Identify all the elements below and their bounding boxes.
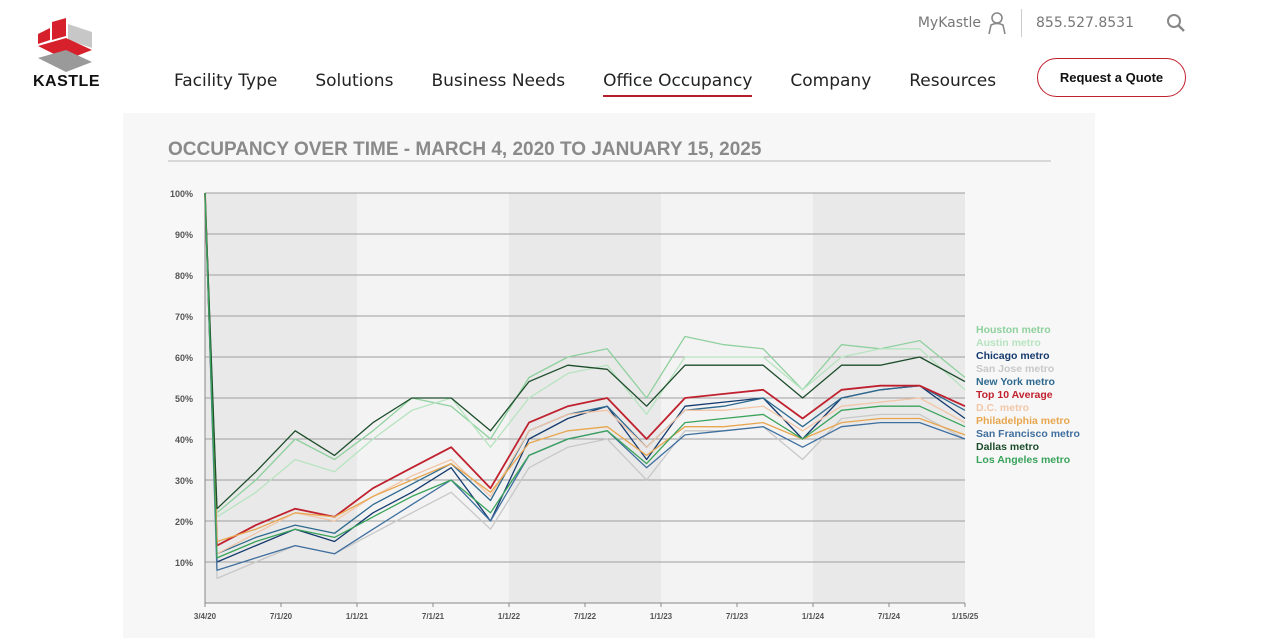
x-tick-label: 1/1/23: [650, 612, 673, 621]
x-tick-label: 1/1/21: [346, 612, 369, 621]
chart-title: OCCUPANCY OVER TIME - MARCH 4, 2020 TO J…: [168, 139, 762, 160]
logo-tower-left: [38, 28, 50, 44]
y-tick-label: 90%: [175, 230, 193, 240]
nav-solutions[interactable]: Solutions: [315, 71, 393, 97]
y-tick-label: 10%: [175, 558, 193, 568]
logo-tower-mid: [52, 18, 66, 40]
phone-link[interactable]: 855.527.8531: [1036, 15, 1134, 31]
legend-entry: D.C. metro: [976, 402, 1029, 414]
y-tick-label: 60%: [175, 353, 193, 363]
y-tick-label: 80%: [175, 271, 193, 281]
request-quote-button[interactable]: Request a Quote: [1037, 58, 1186, 97]
x-tick-label: 3/4/20: [194, 612, 217, 621]
legend-entry: Chicago metro: [976, 350, 1050, 362]
legend-entry: New York metro: [976, 376, 1055, 388]
mykastle-link[interactable]: MyKastle: [918, 11, 1007, 35]
utility-bar: MyKastle 855.527.8531: [918, 9, 1186, 37]
mykastle-label: MyKastle: [917, 15, 982, 31]
nav-business-needs[interactable]: Business Needs: [431, 71, 565, 97]
legend-entry: San Jose metro: [976, 363, 1054, 375]
y-tick-label: 40%: [175, 435, 193, 445]
search-icon[interactable]: [1166, 13, 1186, 33]
nav-company[interactable]: Company: [790, 71, 871, 97]
utility-divider: [1021, 9, 1023, 37]
user-icon: [988, 12, 1006, 35]
y-tick-label: 20%: [175, 517, 193, 527]
x-tick-label: 1/1/24: [802, 612, 825, 621]
x-tick-label: 7/1/23: [726, 612, 749, 621]
x-tick-label: 1/1/22: [498, 612, 521, 621]
logo-band-2: [38, 50, 92, 72]
nav-resources[interactable]: Resources: [909, 71, 996, 97]
x-tick-label: 7/1/24: [878, 612, 901, 621]
main-nav: Facility Type Solutions Business Needs O…: [174, 71, 1034, 97]
y-tick-label: 70%: [175, 312, 193, 322]
y-tick-label: 30%: [175, 476, 193, 486]
x-tick-label: 1/15/25: [952, 612, 979, 621]
legend-entry: Houston metro: [976, 324, 1051, 336]
nav-facility-type[interactable]: Facility Type: [174, 71, 277, 97]
legend-entry: Top 10 Average: [976, 389, 1053, 401]
legend-entry: Austin metro: [976, 337, 1041, 349]
legend-entry: Philadelphia metro: [976, 415, 1070, 427]
y-tick-label: 100%: [170, 189, 193, 199]
legend-entry: San Francisco metro: [976, 428, 1080, 440]
x-tick-label: 7/1/21: [422, 612, 445, 621]
brand-name: KASTLE: [33, 73, 100, 90]
y-tick-label: 50%: [175, 394, 193, 404]
occupancy-chart-panel: OCCUPANCY OVER TIME - MARCH 4, 2020 TO J…: [123, 113, 1095, 638]
legend-entry: Dallas metro: [976, 441, 1039, 453]
occupancy-chart: OCCUPANCY OVER TIME - MARCH 4, 2020 TO J…: [168, 139, 1080, 621]
x-tick-label: 7/1/22: [574, 612, 597, 621]
legend-entry: Los Angeles metro: [976, 454, 1070, 466]
x-tick-label: 7/1/20: [270, 612, 293, 621]
nav-office-occupancy[interactable]: Office Occupancy: [603, 71, 753, 97]
